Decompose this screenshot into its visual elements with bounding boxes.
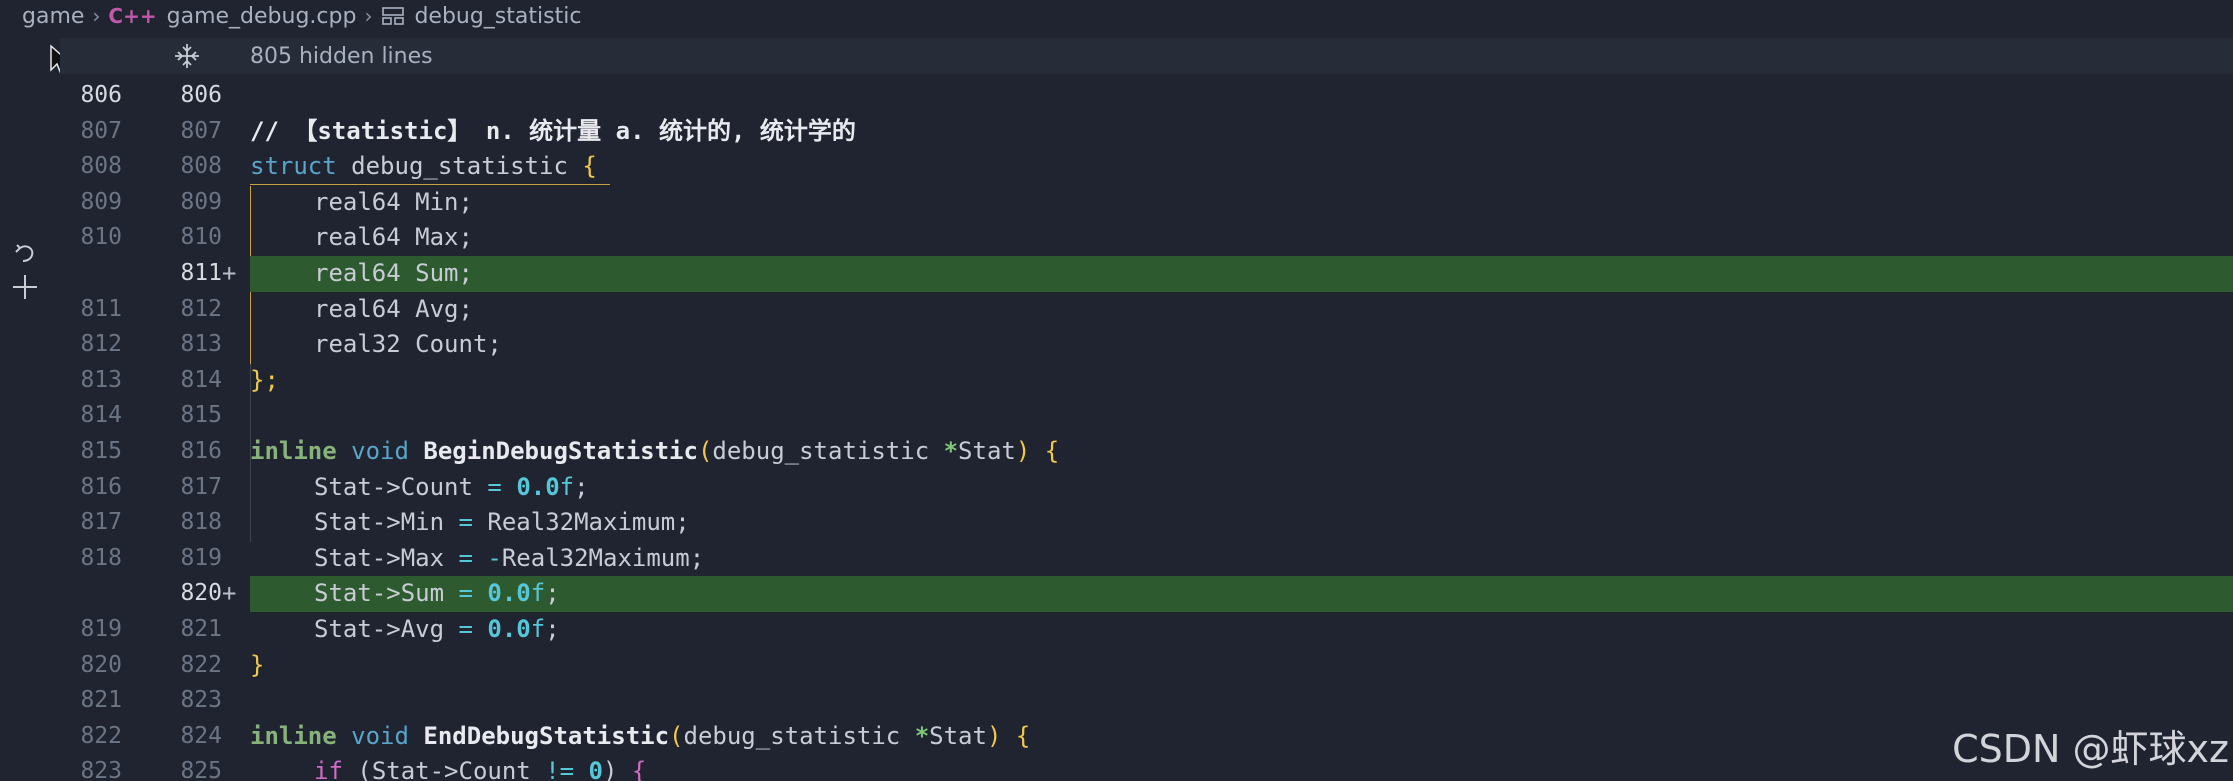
code-line[interactable]: 806 806: [60, 78, 2233, 114]
old-line-number: 817: [80, 509, 122, 536]
new-line-number: 819: [180, 544, 222, 571]
new-line-number: 823: [180, 687, 222, 714]
code-line[interactable]: 817 818 Stat->Min = Real32Maximum;: [60, 505, 2233, 541]
old-line-number: 813: [80, 366, 122, 393]
code-text[interactable]: }: [250, 648, 2233, 684]
old-line-number: 823: [80, 758, 122, 781]
old-line-number: 816: [80, 473, 122, 500]
code-line[interactable]: 808 808 struct debug_statistic {: [60, 149, 2233, 185]
stage-plus-icon[interactable]: [10, 272, 40, 302]
old-line-number: 810: [80, 224, 122, 251]
code-line[interactable]: 815 816 inline void BeginDebugStatistic(de…: [60, 434, 2233, 470]
new-line-number: 812: [180, 295, 222, 322]
new-line-number: 814: [180, 366, 222, 393]
code-line[interactable]: 813 814};: [60, 363, 2233, 399]
code-text[interactable]: Stat->Max = -Real32Maximum;: [250, 541, 2233, 577]
new-line-number: 813: [180, 331, 222, 358]
chevron-right-icon: ›: [364, 4, 373, 28]
old-line-number: 814: [80, 402, 122, 429]
code-text[interactable]: Stat->Count = 0.0f;: [250, 470, 2233, 506]
editor-window: game › C++ game_debug.cpp › debug_statis…: [0, 0, 2233, 781]
code-text[interactable]: real64 Max;: [250, 220, 2233, 256]
new-line-number: 818: [180, 509, 222, 536]
struct-symbol-icon: [382, 7, 405, 25]
new-line-number: 820: [180, 580, 222, 607]
breadcrumb: game › C++ game_debug.cpp › debug_statis…: [0, 0, 2233, 32]
code-text[interactable]: inline void BeginDebugStatistic(debug_st…: [250, 434, 2233, 470]
code-line[interactable]: 810 810 real64 Max;: [60, 220, 2233, 256]
watermark: CSDN @虾球xz: [1952, 727, 2229, 771]
new-line-number: 807: [180, 117, 222, 144]
hidden-lines-bar[interactable]: 805 hidden lines: [60, 38, 2233, 74]
new-line-number: 821: [180, 616, 222, 642]
breadcrumb-folder[interactable]: game: [22, 4, 84, 29]
old-line-number: 806: [80, 82, 122, 108]
new-line-number: 808: [180, 153, 222, 180]
old-line-number: 820: [80, 651, 122, 678]
code-line[interactable]: 809 809 real64 Min;: [60, 185, 2233, 221]
code-line[interactable]: 814 815: [60, 398, 2233, 434]
breadcrumb-file[interactable]: game_debug.cpp: [167, 4, 357, 29]
new-line-number: 809: [180, 188, 222, 215]
new-line-number: 806: [180, 82, 222, 108]
code-line[interactable]: 821 823: [60, 683, 2233, 719]
code-text[interactable]: if (Stat->Count != 0) {: [250, 754, 2233, 781]
breadcrumb-symbol[interactable]: debug_statistic: [414, 4, 581, 29]
code-line[interactable]: 818 819 Stat->Max = -Real32Maximum;: [60, 541, 2233, 577]
code-text[interactable]: Stat->Sum = 0.0f;: [250, 576, 2233, 612]
hidden-lines-label: 805 hidden lines: [250, 43, 433, 69]
old-line-number: 812: [80, 331, 122, 358]
code-line[interactable]: 820 822}: [60, 648, 2233, 684]
code-line[interactable]: 816 817 Stat->Count = 0.0f;: [60, 470, 2233, 506]
new-line-number: 810: [180, 224, 222, 251]
old-line-number: 818: [80, 544, 122, 571]
code-text[interactable]: [250, 683, 2233, 719]
code-line[interactable]: 819 821 Stat->Avg = 0.0f;: [60, 612, 2233, 648]
code-text[interactable]: [250, 398, 2233, 434]
new-line-number: 817: [180, 473, 222, 500]
new-line-number: 811: [180, 260, 222, 286]
code-text[interactable]: };: [250, 363, 2233, 399]
code-line[interactable]: 812 813 real32 Count;: [60, 327, 2233, 363]
code-line[interactable]: 820 + Stat->Sum = 0.0f;: [60, 576, 2233, 612]
code-text[interactable]: [250, 78, 2233, 114]
old-line-number: 815: [80, 438, 122, 464]
new-line-number: 816: [180, 438, 222, 464]
old-line-number: 819: [80, 616, 122, 642]
code-text[interactable]: real64 Sum;: [250, 256, 2233, 292]
old-line-number: 807: [80, 117, 122, 144]
code-text[interactable]: real64 Min;: [250, 185, 2233, 221]
chevron-right-icon: ›: [92, 4, 101, 28]
new-line-number: 822: [180, 651, 222, 678]
added-line-marker: +: [222, 579, 237, 608]
code-line[interactable]: 823 825 if (Stat->Count != 0) {: [60, 754, 2233, 781]
added-line-marker: +: [222, 259, 237, 287]
code-editor[interactable]: 806 806 807 807 // 【statistic】 n. 统计量 a. 统计的…: [60, 74, 2233, 781]
cpp-file-icon: C++: [108, 4, 157, 28]
new-line-number: 815: [180, 402, 222, 429]
code-text[interactable]: Stat->Min = Real32Maximum;: [250, 505, 2233, 541]
old-line-number: 809: [80, 188, 122, 215]
code-text[interactable]: real32 Count;: [250, 327, 2233, 363]
new-line-number: 824: [180, 722, 222, 749]
old-line-number: 822: [80, 722, 122, 749]
code-line[interactable]: 822 824 inline void EndDebugStatistic(debu…: [60, 719, 2233, 755]
old-line-number: 821: [80, 687, 122, 714]
code-text[interactable]: real64 Avg;: [250, 292, 2233, 328]
unfold-icon[interactable]: [172, 41, 202, 71]
code-text[interactable]: Stat->Avg = 0.0f;: [250, 612, 2233, 648]
revert-icon[interactable]: [12, 242, 38, 268]
old-line-number: 808: [80, 153, 122, 180]
code-text[interactable]: // 【statistic】 n. 统计量 a. 统计的, 统计学的: [250, 114, 2233, 150]
diff-gutter: [0, 74, 58, 781]
new-line-number: 825: [180, 758, 222, 781]
code-line[interactable]: 811 812 real64 Avg;: [60, 292, 2233, 328]
code-line[interactable]: 807 807 // 【statistic】 n. 统计量 a. 统计的, 统计学的: [60, 114, 2233, 150]
code-text[interactable]: struct debug_statistic {: [250, 149, 2233, 185]
old-line-number: 811: [80, 295, 122, 322]
code-text[interactable]: inline void EndDebugStatistic(debug_stat…: [250, 719, 2233, 755]
code-line[interactable]: 811 + real64 Sum;: [60, 256, 2233, 292]
